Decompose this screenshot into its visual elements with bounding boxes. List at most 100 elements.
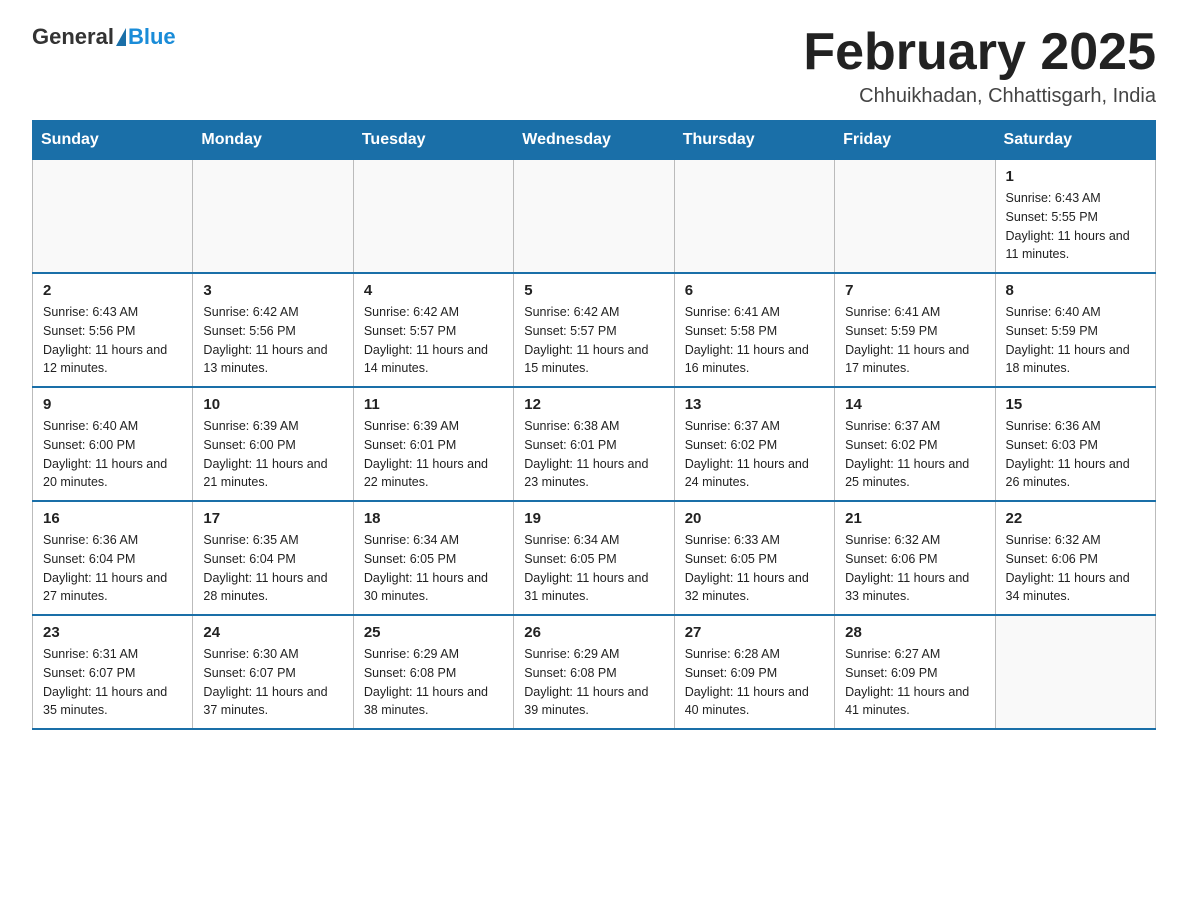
calendar-cell: 1 Sunrise: 6:43 AMSunset: 5:55 PMDaylight… (995, 160, 1155, 274)
calendar-cell: 5Sunrise: 6:42 AMSunset: 5:57 PMDaylight… (514, 273, 674, 387)
day-number: 4 (364, 282, 503, 299)
day-number: 16 (43, 510, 182, 527)
title-block: February 2025 Chhuikhadan, Chhattisgarh,… (803, 24, 1156, 108)
calendar-cell: 2 Sunrise: 6:43 AMSunset: 5:56 PMDaylight… (33, 273, 193, 387)
calendar-cell: 26 Sunrise: 6:29 AMSunset: 6:08 PMDayligh… (514, 615, 674, 729)
day-number: 23 (43, 624, 182, 641)
logo-blue-text: Blue (128, 24, 176, 50)
calendar-cell: 23 Sunrise: 6:31 AMSunset: 6:07 PMDayligh… (33, 615, 193, 729)
calendar-cell: 4 Sunrise: 6:42 AMSunset: 5:57 PMDaylight… (353, 273, 513, 387)
day-number: 18 (364, 510, 503, 527)
day-number: 26 (524, 624, 663, 641)
day-info: Sunrise: 6:37 AMSunset: 6:02 PMDaylight:… (845, 417, 984, 492)
day-number: 19 (524, 510, 663, 527)
day-number: 8 (1006, 282, 1145, 299)
calendar-cell (353, 160, 513, 274)
day-info: Sunrise: 6:39 AMSunset: 6:01 PMDaylight:… (364, 417, 503, 492)
calendar-cell (995, 615, 1155, 729)
week-row: 16 Sunrise: 6:36 AMSunset: 6:04 PMDayligh… (33, 501, 1156, 615)
calendar-cell (674, 160, 834, 274)
logo: General Blue (32, 24, 176, 50)
day-info: Sunrise: 6:36 AMSunset: 6:03 PMDaylight:… (1006, 417, 1145, 492)
day-number: 24 (203, 624, 342, 641)
page-header: General Blue February 2025 Chhuikhadan, … (32, 24, 1156, 108)
day-number: 28 (845, 624, 984, 641)
day-number: 1 (1006, 168, 1145, 185)
calendar-cell: 12 Sunrise: 6:38 AMSunset: 6:01 PMDayligh… (514, 387, 674, 501)
day-info: Sunrise: 6:29 AMSunset: 6:08 PMDaylight:… (364, 645, 503, 720)
day-number: 21 (845, 510, 984, 527)
calendar-cell: 13 Sunrise: 6:37 AMSunset: 6:02 PMDayligh… (674, 387, 834, 501)
day-info: Sunrise: 6:40 AMSunset: 6:00 PMDaylight:… (43, 417, 182, 492)
calendar-cell: 16 Sunrise: 6:36 AMSunset: 6:04 PMDayligh… (33, 501, 193, 615)
day-info: Sunrise: 6:32 AMSunset: 6:06 PMDaylight:… (845, 531, 984, 606)
day-number: 12 (524, 396, 663, 413)
calendar-header: SundayMondayTuesdayWednesdayThursdayFrid… (33, 121, 1156, 160)
day-info: Sunrise: 6:36 AMSunset: 6:04 PMDaylight:… (43, 531, 182, 606)
day-number: 22 (1006, 510, 1145, 527)
calendar-cell: 18Sunrise: 6:34 AMSunset: 6:05 PMDayligh… (353, 501, 513, 615)
day-info: Sunrise: 6:41 AMSunset: 5:58 PMDaylight:… (685, 303, 824, 378)
day-info: Sunrise: 6:43 AMSunset: 5:55 PMDaylight:… (1006, 189, 1145, 264)
calendar-cell: 27Sunrise: 6:28 AMSunset: 6:09 PMDayligh… (674, 615, 834, 729)
day-of-week-header: Sunday (33, 121, 193, 160)
days-of-week-row: SundayMondayTuesdayWednesdayThursdayFrid… (33, 121, 1156, 160)
calendar-body: 1 Sunrise: 6:43 AMSunset: 5:55 PMDaylight… (33, 160, 1156, 730)
location-title: Chhuikhadan, Chhattisgarh, India (803, 85, 1156, 108)
logo-triangle-icon (116, 28, 126, 46)
day-info: Sunrise: 6:31 AMSunset: 6:07 PMDaylight:… (43, 645, 182, 720)
day-info: Sunrise: 6:33 AMSunset: 6:05 PMDaylight:… (685, 531, 824, 606)
calendar-cell: 25 Sunrise: 6:29 AMSunset: 6:08 PMDayligh… (353, 615, 513, 729)
calendar-cell: 22 Sunrise: 6:32 AMSunset: 6:06 PMDayligh… (995, 501, 1155, 615)
day-info: Sunrise: 6:29 AMSunset: 6:08 PMDaylight:… (524, 645, 663, 720)
calendar-table: SundayMondayTuesdayWednesdayThursdayFrid… (32, 120, 1156, 730)
day-info: Sunrise: 6:41 AMSunset: 5:59 PMDaylight:… (845, 303, 984, 378)
day-number: 13 (685, 396, 824, 413)
day-number: 20 (685, 510, 824, 527)
day-info: Sunrise: 6:38 AMSunset: 6:01 PMDaylight:… (524, 417, 663, 492)
day-info: Sunrise: 6:43 AMSunset: 5:56 PMDaylight:… (43, 303, 182, 378)
day-number: 10 (203, 396, 342, 413)
day-info: Sunrise: 6:30 AMSunset: 6:07 PMDaylight:… (203, 645, 342, 720)
week-row: 1 Sunrise: 6:43 AMSunset: 5:55 PMDaylight… (33, 160, 1156, 274)
day-info: Sunrise: 6:42 AMSunset: 5:57 PMDaylight:… (364, 303, 503, 378)
day-number: 17 (203, 510, 342, 527)
day-number: 6 (685, 282, 824, 299)
calendar-cell: 3Sunrise: 6:42 AMSunset: 5:56 PMDaylight… (193, 273, 353, 387)
day-of-week-header: Tuesday (353, 121, 513, 160)
week-row: 2 Sunrise: 6:43 AMSunset: 5:56 PMDaylight… (33, 273, 1156, 387)
calendar-cell: 15Sunrise: 6:36 AMSunset: 6:03 PMDayligh… (995, 387, 1155, 501)
week-row: 23 Sunrise: 6:31 AMSunset: 6:07 PMDayligh… (33, 615, 1156, 729)
day-info: Sunrise: 6:37 AMSunset: 6:02 PMDaylight:… (685, 417, 824, 492)
day-number: 3 (203, 282, 342, 299)
calendar-cell: 11Sunrise: 6:39 AMSunset: 6:01 PMDayligh… (353, 387, 513, 501)
calendar-cell: 7Sunrise: 6:41 AMSunset: 5:59 PMDaylight… (835, 273, 995, 387)
day-number: 14 (845, 396, 984, 413)
day-of-week-header: Friday (835, 121, 995, 160)
day-number: 9 (43, 396, 182, 413)
calendar-cell (514, 160, 674, 274)
day-of-week-header: Thursday (674, 121, 834, 160)
calendar-cell (193, 160, 353, 274)
day-info: Sunrise: 6:32 AMSunset: 6:06 PMDaylight:… (1006, 531, 1145, 606)
day-info: Sunrise: 6:28 AMSunset: 6:09 PMDaylight:… (685, 645, 824, 720)
logo-general-text: General (32, 24, 114, 50)
day-info: Sunrise: 6:40 AMSunset: 5:59 PMDaylight:… (1006, 303, 1145, 378)
day-info: Sunrise: 6:42 AMSunset: 5:57 PMDaylight:… (524, 303, 663, 378)
day-info: Sunrise: 6:35 AMSunset: 6:04 PMDaylight:… (203, 531, 342, 606)
day-of-week-header: Monday (193, 121, 353, 160)
week-row: 9 Sunrise: 6:40 AMSunset: 6:00 PMDaylight… (33, 387, 1156, 501)
day-of-week-header: Saturday (995, 121, 1155, 160)
day-number: 2 (43, 282, 182, 299)
calendar-cell: 9 Sunrise: 6:40 AMSunset: 6:00 PMDaylight… (33, 387, 193, 501)
calendar-cell: 20 Sunrise: 6:33 AMSunset: 6:05 PMDayligh… (674, 501, 834, 615)
calendar-cell: 10 Sunrise: 6:39 AMSunset: 6:00 PMDayligh… (193, 387, 353, 501)
calendar-cell (33, 160, 193, 274)
day-number: 25 (364, 624, 503, 641)
day-info: Sunrise: 6:27 AMSunset: 6:09 PMDaylight:… (845, 645, 984, 720)
calendar-cell: 28 Sunrise: 6:27 AMSunset: 6:09 PMDayligh… (835, 615, 995, 729)
month-title: February 2025 (803, 24, 1156, 81)
day-info: Sunrise: 6:39 AMSunset: 6:00 PMDaylight:… (203, 417, 342, 492)
calendar-cell: 17 Sunrise: 6:35 AMSunset: 6:04 PMDayligh… (193, 501, 353, 615)
calendar-cell: 6 Sunrise: 6:41 AMSunset: 5:58 PMDaylight… (674, 273, 834, 387)
